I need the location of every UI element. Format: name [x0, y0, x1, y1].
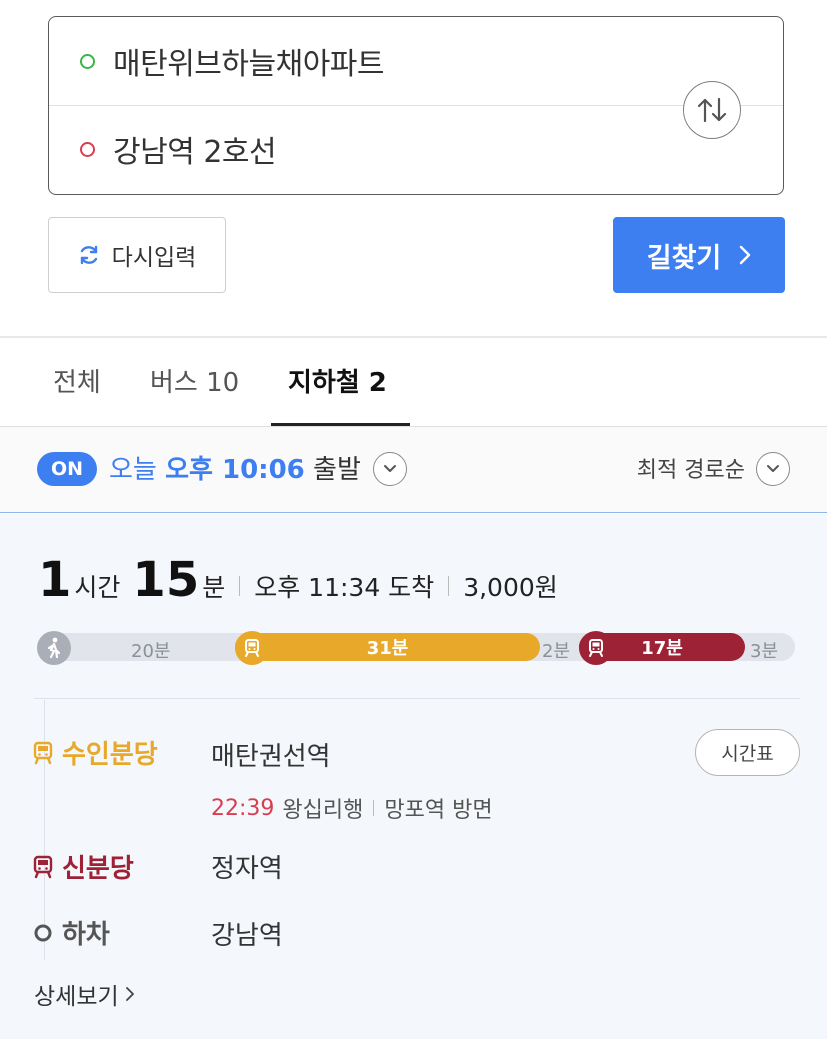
subway-icon: [33, 855, 53, 878]
refresh-icon: [80, 245, 97, 265]
details-label: 상세보기: [34, 984, 119, 1010]
departure-dropdown-button[interactable]: [373, 452, 407, 486]
reset-button[interactable]: 다시입력: [48, 217, 226, 293]
card-divider: [34, 698, 800, 699]
filter-bar: ON 오늘 오후 10:06 출발 최적 경로순: [0, 427, 827, 513]
fare: 3,000원: [463, 573, 558, 602]
step-line-name: 수인분당: [62, 740, 158, 770]
step-line-name: 하차: [62, 920, 110, 950]
duration-hours-unit: 시간: [74, 573, 121, 602]
origin-field[interactable]: 매탄위브하늘채아파트: [49, 17, 783, 105]
timeline-walk-end: 3분: [750, 641, 779, 662]
step-transfer-sinbundang: 신분당: [32, 848, 134, 885]
summary-divider: [448, 576, 450, 596]
timeline-line2-duration: 17분: [641, 638, 683, 659]
find-route-button[interactable]: 길찾기: [613, 217, 785, 293]
subway-icon: [579, 631, 613, 665]
origin-text: 매탄위브하늘채아파트: [113, 47, 385, 82]
step-station: 정자역: [211, 854, 283, 884]
chevron-down-icon: [767, 465, 779, 472]
depart-prefix: 오늘: [109, 455, 157, 485]
timeline-transfer: 2분: [542, 641, 571, 662]
details-link[interactable]: 상세보기: [34, 977, 135, 1011]
route-result-card[interactable]: 1 시간 15 분 오후 11:34 도착 3,000원 20분 31분 2분 …: [0, 514, 827, 1039]
walk-icon: [37, 631, 71, 665]
train-info: 22:39 왕십리행 망포역 방면: [211, 792, 493, 824]
destination-field[interactable]: 강남역 2호선: [49, 105, 783, 193]
timeline-line1-duration: 31분: [366, 638, 409, 659]
summary-divider: [239, 576, 241, 596]
duration-minutes-unit: 분: [202, 573, 226, 602]
timeline-segment-suin-bundang: 31분: [235, 633, 540, 661]
subway-icon: [33, 741, 53, 764]
duration-hours: 1: [38, 552, 72, 608]
destination-dot-icon: [80, 141, 95, 157]
step-line-name: 신분당: [62, 854, 134, 884]
route-summary: 1 시간 15 분 오후 11:34 도착 3,000원: [38, 556, 558, 604]
info-divider: [373, 800, 375, 816]
timetable-button[interactable]: 시간표: [695, 729, 800, 776]
step-boarding-suin-bundang: 수인분당: [32, 734, 158, 771]
route-search-box: 매탄위브하늘채아파트 강남역 2호선: [48, 16, 784, 195]
departure-time-selector[interactable]: 오늘 오후 10:06 출발: [109, 449, 361, 486]
route-timeline: 20분 31분 2분 17분 3분: [37, 631, 795, 665]
on-badge: ON: [37, 452, 97, 486]
depart-suffix: 출발: [313, 455, 361, 485]
alight-circle-icon: [34, 924, 52, 941]
reset-label: 다시입력: [111, 245, 197, 271]
train-departure-time: 22:39: [211, 795, 275, 821]
chevron-right-icon: [740, 245, 751, 265]
depart-time: 오후 10:06: [165, 455, 305, 485]
arrival-time: 오후 11:34 도착: [254, 573, 435, 602]
train-platform: 망포역 방면: [384, 798, 493, 823]
duration-minutes: 15: [132, 552, 200, 608]
sort-dropdown-button[interactable]: [756, 452, 790, 486]
swap-button[interactable]: [683, 81, 741, 139]
swap-vertical-arrows-icon: [697, 97, 727, 123]
sort-label[interactable]: 최적 경로순: [637, 452, 745, 484]
step-station: 강남역: [211, 921, 283, 951]
tab-all[interactable]: 전체: [53, 362, 101, 399]
step-alight: 하차: [32, 914, 110, 951]
tab-subway[interactable]: 지하철 2: [288, 362, 387, 399]
origin-dot-icon: [80, 53, 95, 69]
train-direction: 왕십리행: [282, 798, 364, 823]
chevron-down-icon: [384, 465, 396, 472]
chevron-right-icon: [125, 987, 134, 1001]
subway-icon: [235, 631, 269, 665]
timeline-walk-start: 20분: [131, 641, 171, 662]
transit-type-tabs: 전체 버스 10 지하철 2: [0, 338, 827, 426]
step-station: 매탄권선역: [211, 742, 331, 772]
tab-bus[interactable]: 버스 10: [150, 362, 239, 399]
destination-text: 강남역 2호선: [113, 135, 277, 170]
find-route-label: 길찾기: [646, 242, 722, 274]
